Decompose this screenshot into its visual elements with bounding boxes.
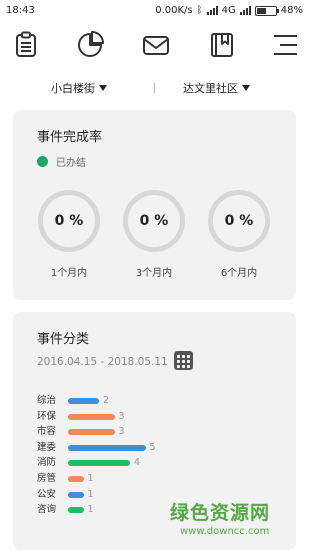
bar-label: 房管 [37,473,57,484]
bar-row: 市容 3 [37,425,277,439]
bar-value-label: 1 [87,473,94,484]
bar-value-label: 4 [134,457,141,469]
ring-value: 0 % [54,213,84,229]
network-type: 4G [221,5,236,16]
caret-down-icon [242,85,250,91]
street-dropdown-label: 小白楼街 [51,82,95,95]
ring-label: 3个月内 [135,268,173,279]
bar-label: 综治 [37,395,57,406]
ring-label: 1个月内 [50,268,88,279]
bar [68,413,115,420]
calendar-icon[interactable] [174,351,193,370]
bar [68,398,99,404]
date-range[interactable]: 2016.04.15 - 2018.05.11 [37,356,168,368]
bar-label: 咨询 [37,504,57,516]
bar-row: 综治 2 [37,394,277,408]
signal-icon [206,6,218,15]
bar-row: 建委 5 [37,441,277,455]
status-indicators: 0.00K/s ᛒ 4G 48% [155,5,303,16]
watermark-text: 绿色资源网 [170,502,271,524]
bar-value-label: 1 [87,488,94,500]
pie-chart-icon[interactable] [75,30,105,60]
filter-divider [154,83,155,93]
signal-icon-2 [239,6,251,15]
net-speed: 0.00K/s [155,5,193,16]
toolbar [0,30,309,60]
ring-3-months[interactable]: 0 % [123,190,185,252]
bar-label: 公安 [37,488,57,500]
legend-dot [37,156,48,167]
bar-row: 消防 4 [37,456,277,470]
battery-percent: 48% [280,5,303,16]
bar-value-label: 5 [149,441,156,453]
bar [68,444,146,451]
watermark: 绿色资源网 www.downcc.com [170,498,305,546]
completion-title: 事件完成率 [37,130,103,145]
bar [68,429,115,436]
bar-value-label: 3 [118,410,125,422]
bluetooth-icon: ᛒ [196,5,203,16]
bar-row: 环保 3 [37,410,277,424]
completion-legend: 已办结 [37,154,86,169]
bar-label: 环保 [37,410,57,422]
street-dropdown[interactable]: 小白楼街 [51,80,107,96]
caret-down-icon [99,85,107,91]
bar [68,491,84,498]
ring-6-months[interactable]: 0 % [208,190,270,252]
bar [68,507,84,514]
bar-label: 消防 [37,457,57,469]
ring-label: 6个月内 [220,268,258,279]
legend-label: 已办结 [56,158,86,169]
bar [68,460,130,467]
bar-label: 建委 [37,441,57,453]
filter-bar: 小白楼街 达文里社区 [0,78,309,98]
bar-value-label: 3 [118,426,125,438]
status-bar: 18:43 0.00K/s ᛒ 4G 48% [0,0,309,22]
clipboard-icon[interactable] [11,30,41,60]
mail-icon[interactable] [141,30,171,60]
bar-label: 市容 [37,426,57,438]
ring-value: 0 % [224,213,254,229]
completion-card: 事件完成率 已办结 0 % 0 % 0 % 1个月内 3个月内 6个月内 [13,110,296,300]
ring-1-month[interactable]: 0 % [38,190,100,252]
status-time: 18:43 [6,5,35,16]
bar [68,476,84,482]
bar-value-label: 2 [103,395,110,406]
battery-fill [256,7,266,14]
community-dropdown-label: 达文里社区 [183,82,238,95]
category-title: 事件分类 [37,332,90,347]
ring-value: 0 % [139,213,169,229]
menu-icon[interactable] [270,30,300,60]
bookmark-book-icon[interactable] [207,30,237,60]
community-dropdown[interactable]: 达文里社区 [183,80,250,96]
bar-value-label: 1 [87,504,94,516]
watermark-url: www.downcc.com [180,526,270,537]
bar-row: 房管 1 [37,472,277,486]
battery-icon [254,5,279,16]
